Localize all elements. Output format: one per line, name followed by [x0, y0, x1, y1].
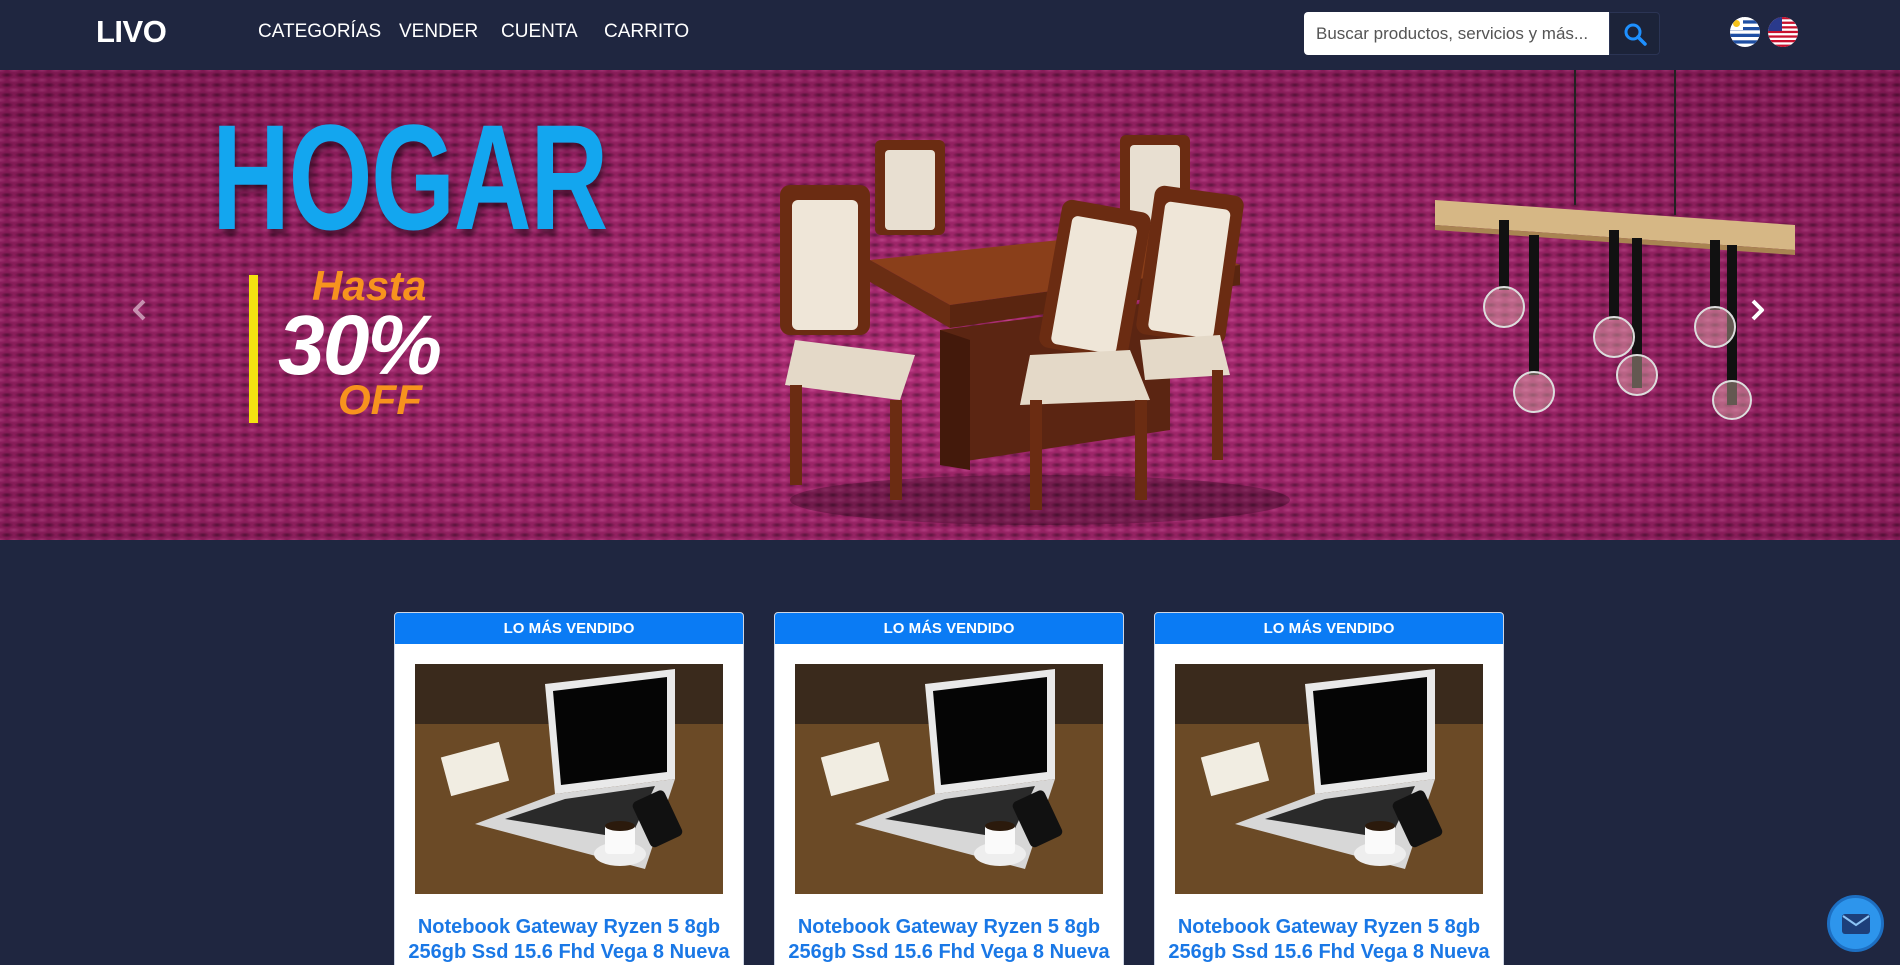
nav-link-cuenta[interactable]: CUENTA — [501, 21, 578, 43]
nav-link-vender[interactable]: VENDER — [399, 21, 478, 43]
hero-carousel: HOGAR Hasta 30% OFF — [0, 70, 1900, 540]
uruguay-flag-icon[interactable] — [1730, 17, 1760, 47]
promo-off: OFF — [338, 376, 422, 423]
product-card[interactable]: LO MÁS VENDIDO Notebook Gateway Ryzen 5 … — [774, 612, 1124, 965]
hero-title: HOGAR — [212, 93, 608, 261]
hanging-lamp-image — [1435, 70, 1795, 420]
search-button[interactable] — [1609, 12, 1660, 55]
carousel-next-button[interactable] — [1737, 290, 1777, 330]
dining-set-image — [780, 135, 1290, 525]
chat-button[interactable] — [1827, 895, 1884, 952]
product-card[interactable]: LO MÁS VENDIDO Notebook Gateway Ryzen 5 … — [394, 612, 744, 965]
product-title[interactable]: Notebook Gateway Ryzen 5 8gb 256gb Ssd 1… — [1155, 915, 1503, 965]
chevron-right-icon — [1751, 299, 1764, 321]
nav-link-carrito[interactable]: CARRITO — [604, 21, 689, 43]
product-title[interactable]: Notebook Gateway Ryzen 5 8gb 256gb Ssd 1… — [775, 915, 1123, 965]
carousel-prev-button[interactable] — [120, 290, 160, 330]
promo-divider — [249, 275, 258, 423]
search-input[interactable] — [1304, 12, 1609, 55]
chevron-left-icon — [133, 299, 146, 321]
product-image[interactable] — [795, 664, 1103, 894]
usa-flag-icon[interactable] — [1768, 17, 1798, 47]
brand-logo[interactable]: LIVO — [96, 14, 167, 50]
navbar: LIVO CATEGORÍAS VENDER CUENTA CARRITO — [0, 0, 1900, 70]
best-seller-badge: LO MÁS VENDIDO — [395, 613, 743, 644]
product-image[interactable] — [1175, 664, 1483, 894]
best-seller-badge: LO MÁS VENDIDO — [775, 613, 1123, 644]
envelope-icon — [1841, 913, 1870, 934]
nav-link-categorias[interactable]: CATEGORÍAS — [258, 21, 381, 43]
product-image[interactable] — [415, 664, 723, 894]
search-icon — [1624, 23, 1647, 46]
product-card[interactable]: LO MÁS VENDIDO Notebook Gateway Ryzen 5 … — [1154, 612, 1504, 965]
best-seller-badge: LO MÁS VENDIDO — [1155, 613, 1503, 644]
product-title[interactable]: Notebook Gateway Ryzen 5 8gb 256gb Ssd 1… — [395, 915, 743, 965]
